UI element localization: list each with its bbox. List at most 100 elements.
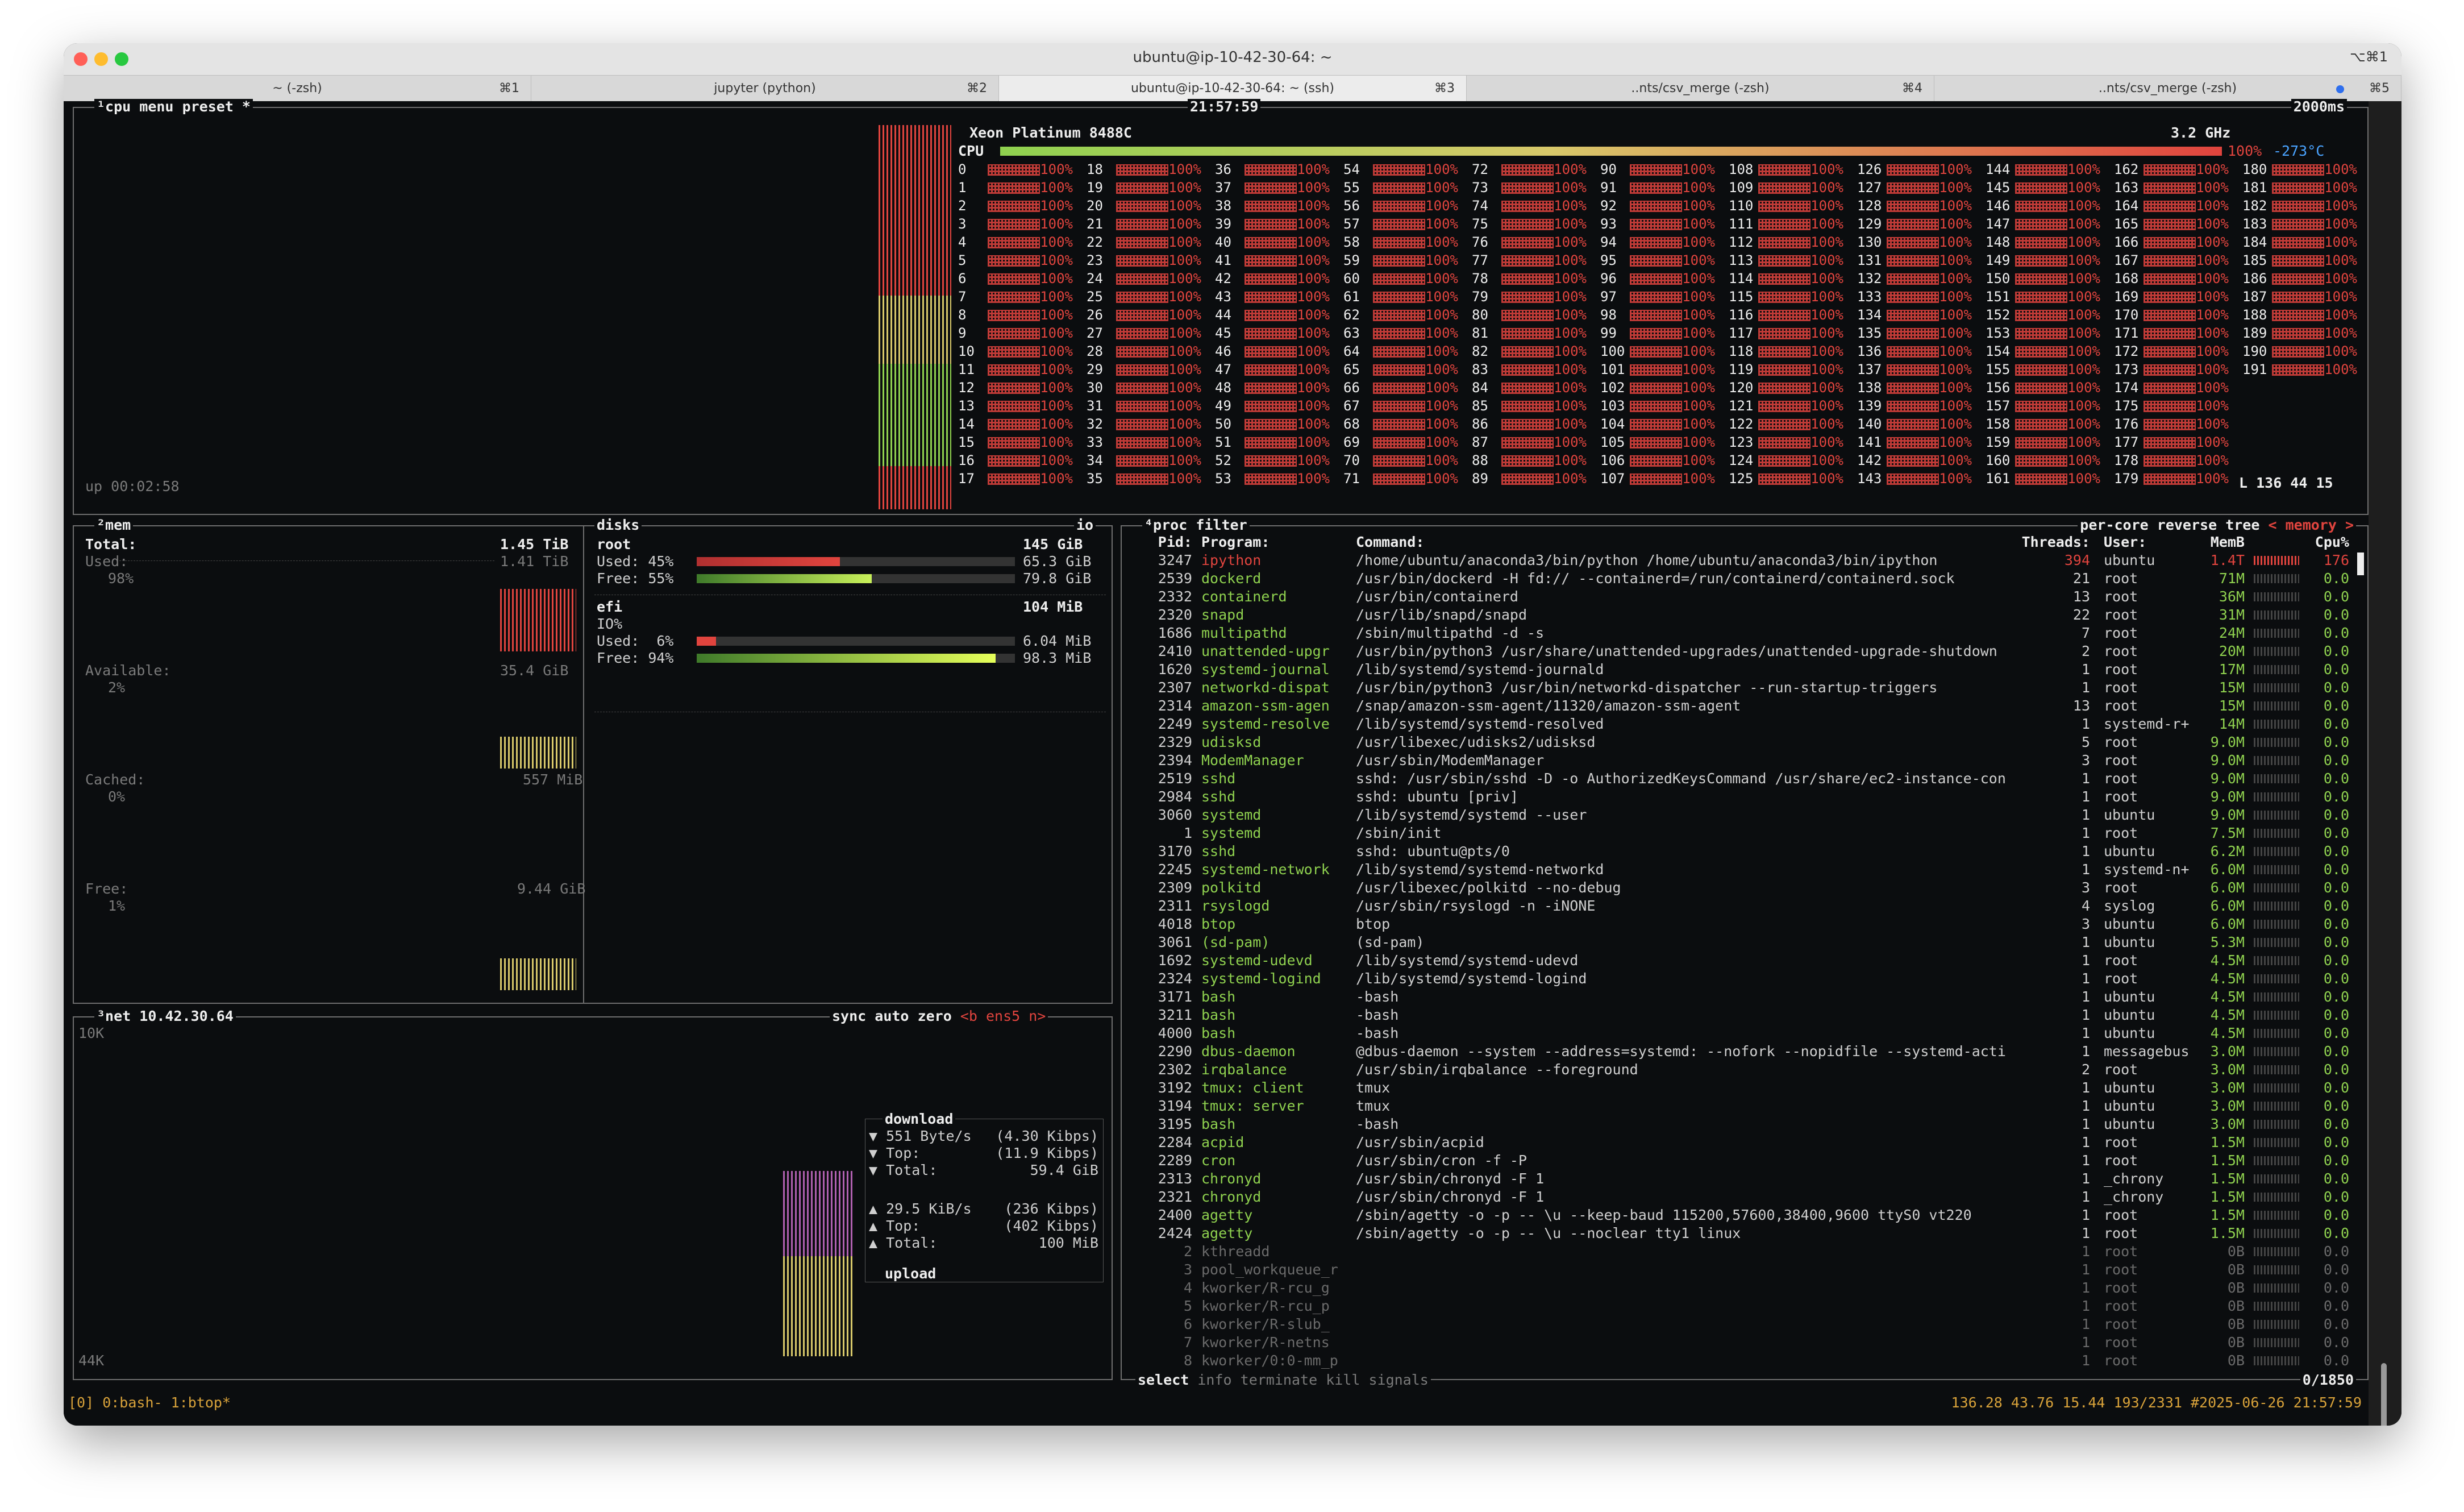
process-row[interactable]: 6 kworker/R-slub_ 1 root 0B 0.0 xyxy=(1122,1315,2367,1334)
core-meter xyxy=(2015,164,2067,176)
preset-button[interactable]: preset * xyxy=(182,98,251,115)
process-row[interactable]: 2314 amazon-ssm-agen/snap/amazon-ssm-agen… xyxy=(1122,697,2367,715)
zero-toggle[interactable]: zero xyxy=(918,1008,952,1024)
process-row[interactable]: 2394 ModemManager/usr/sbin/ModemManager 3 r… xyxy=(1122,751,2367,770)
core-pct: 100% xyxy=(1939,198,1972,214)
process-row[interactable]: 2245 systemd-network/lib/systemd/systemd-… xyxy=(1122,861,2367,879)
process-row[interactable]: 4 kworker/R-rcu_g 1 root 0B 0.0 xyxy=(1122,1279,2367,1297)
filter-button[interactable]: filter xyxy=(1196,517,1247,533)
process-row[interactable]: 3 pool_workqueue_r 1 root 0B 0.0 xyxy=(1122,1261,2367,1279)
core-97: 97 100% xyxy=(1600,289,1715,305)
tree-toggle[interactable]: tree xyxy=(2225,517,2259,533)
process-row[interactable]: 2321 chronyd/usr/sbin/chronyd -F 1 1 _chron… xyxy=(1122,1188,2367,1206)
process-row[interactable]: 4000 bash -bash 1 ubuntu 4.5M 0.0 xyxy=(1122,1024,2367,1042)
process-row[interactable]: 1620 systemd-journal/lib/systemd/systemd-… xyxy=(1122,661,2367,679)
tmux-windows[interactable]: [0] 0:bash- 1:btop* xyxy=(68,1395,231,1411)
core-181: 181 100% xyxy=(2242,180,2357,196)
process-row[interactable]: 2539 dockerd/usr/bin/dockerd -H fd:// --c… xyxy=(1122,570,2367,588)
process-row[interactable]: 3195 bash -bash 1 ubuntu 3.0M 0.0 xyxy=(1122,1115,2367,1133)
process-row[interactable]: 5 kworker/R-rcu_p 1 root 0B 0.0 xyxy=(1122,1297,2367,1315)
col-cpu[interactable]: Cpu% xyxy=(2304,533,2349,551)
terminal-scrollbar[interactable] xyxy=(2369,101,2401,1426)
col-pid[interactable]: Pid: xyxy=(1122,533,1192,551)
process-row[interactable]: 3192 tmux: client tmux 1 ubuntu 3.0M 0.0 xyxy=(1122,1079,2367,1097)
signals-button[interactable]: signals xyxy=(1368,1372,1428,1388)
process-row[interactable]: 2400 agetty/sbin/agetty -o -p -- \u --kee… xyxy=(1122,1206,2367,1224)
update-interval[interactable]: 2000ms xyxy=(2291,99,2347,115)
process-row[interactable]: 1 systemd/sbin/init 1 root 7.5M 0.0 xyxy=(1122,824,2367,842)
terminal-scroll-thumb[interactable] xyxy=(2381,1363,2387,1426)
col-user[interactable]: User: xyxy=(2104,533,2146,551)
process-row[interactable]: 3194 tmux: server tmux 1 ubuntu 3.0M 0.0 xyxy=(1122,1097,2367,1115)
core-meter xyxy=(1758,383,1810,394)
core-pct: 100% xyxy=(1425,362,1458,377)
net-title[interactable]: ³net 10.42.30.64 xyxy=(94,1008,236,1024)
process-row[interactable]: 2289 cron/usr/sbin/cron -f -P 1 root 1.5M 0.0 xyxy=(1122,1152,2367,1170)
sort-selector[interactable]: < memory > xyxy=(2268,517,2354,533)
process-cpu: 0.0 xyxy=(2323,625,2349,641)
process-row[interactable]: 2410 unattended-upgr/usr/bin/python3 /usr… xyxy=(1122,642,2367,661)
process-row[interactable]: 2984 sshd sshd: ubuntu [priv] 1 root 9.0M 0.0 xyxy=(1122,788,2367,806)
process-row[interactable]: 1686 multipathd/sbin/multipathd -d -s 7 roo… xyxy=(1122,624,2367,642)
process-row[interactable]: 2290 dbus-daemon @dbus-daemon --system --a… xyxy=(1122,1042,2367,1061)
process-row[interactable]: 3170 sshd sshd: ubuntu@pts/0 1 ubuntu 6.2M 0.0 xyxy=(1122,842,2367,861)
core-pct: 100% xyxy=(1425,380,1458,396)
terminal-content[interactable]: ¹cpu menu preset * 21:57:59 2000ms up 00… xyxy=(64,98,2369,1426)
process-row[interactable]: 2424 agetty/sbin/agetty -o -p -- \u --noc… xyxy=(1122,1224,2367,1243)
tab-2[interactable]: jupyter (python) ⌘2 xyxy=(531,76,999,102)
process-command: -bash xyxy=(1356,988,1399,1005)
process-row[interactable]: 2302 irqbalance/usr/sbin/irqbalance --for… xyxy=(1122,1061,2367,1079)
process-row[interactable]: 8 kworker/0:0-mm_p 1 root 0B 0.0 xyxy=(1122,1352,2367,1370)
tab-4[interactable]: ..nts/csv_merge (-zsh) ⌘4 xyxy=(1467,76,1934,102)
cpu-title[interactable]: ¹cpu xyxy=(97,98,131,115)
menu-button[interactable]: menu xyxy=(139,98,173,115)
core-meter xyxy=(1758,219,1810,230)
disks-io-toggle[interactable]: io xyxy=(1074,517,1096,533)
process-row[interactable]: 2311 rsyslogd/usr/sbin/rsyslogd -n -iNONE… xyxy=(1122,897,2367,915)
process-row[interactable]: 7 kworker/R-netns 1 root 0B 0.0 xyxy=(1122,1334,2367,1352)
process-row[interactable]: 3171 bash -bash 1 ubuntu 4.5M 0.0 xyxy=(1122,988,2367,1006)
col-mem[interactable]: MemB xyxy=(2190,533,2245,551)
proc-title[interactable]: ⁴proc xyxy=(1144,517,1187,533)
process-row[interactable]: 3060 systemd/lib/systemd/systemd --user 1 u… xyxy=(1122,806,2367,824)
disks-title[interactable]: disks xyxy=(594,517,642,533)
interface-selector[interactable]: <b ens5 n> xyxy=(960,1008,1046,1024)
process-cpu: 0.0 xyxy=(2323,879,2349,896)
proc-scrollbar-thumb[interactable] xyxy=(2357,553,2364,575)
col-program[interactable]: Program: xyxy=(1201,533,1270,551)
sync-toggle[interactable]: sync xyxy=(832,1008,866,1024)
process-row[interactable]: 3061 (sd-pam) (sd-pam) 1 ubuntu 5.3M 0.0 xyxy=(1122,933,2367,952)
process-row[interactable]: 4018 btop btop 3 ubuntu 6.0M 0.0 xyxy=(1122,915,2367,933)
process-row[interactable]: 2284 acpid/usr/sbin/acpid 1 root 1.5M 0.0 xyxy=(1122,1133,2367,1152)
core-meter xyxy=(1887,237,1939,248)
col-command[interactable]: Command: xyxy=(1356,533,1424,551)
core-pct: 100% xyxy=(1554,362,1587,377)
process-row[interactable]: 2329 udisksd/usr/libexec/udisks2/udisksd 5… xyxy=(1122,733,2367,751)
process-user: root xyxy=(2104,770,2138,787)
process-row[interactable]: 3247 ipython/home/ubuntu/anaconda3/bin/py… xyxy=(1122,551,2367,570)
process-row[interactable]: 2324 systemd-logind/lib/systemd/systemd-l… xyxy=(1122,970,2367,988)
process-row[interactable]: 2519 sshd sshd: /usr/sbin/sshd -D -o Autho… xyxy=(1122,770,2367,788)
process-row[interactable]: 2313 chronyd/usr/sbin/chronyd -F 1 1 _chron… xyxy=(1122,1170,2367,1188)
process-row[interactable]: 2320 snapd/usr/lib/snapd/snapd 22 root 31M 0.… xyxy=(1122,606,2367,624)
process-row[interactable]: 1692 systemd-udevd/lib/systemd/systemd-ud… xyxy=(1122,952,2367,970)
mem-title[interactable]: ²mem xyxy=(94,517,134,533)
core-meter xyxy=(1758,310,1810,321)
select-button[interactable]: select xyxy=(1138,1372,1189,1388)
process-row[interactable]: 2249 systemd-resolve/lib/systemd/systemd-… xyxy=(1122,715,2367,733)
process-pid: 2 xyxy=(1183,1243,1192,1260)
per-core-toggle[interactable]: per-core xyxy=(2080,517,2148,533)
process-row[interactable]: 2332 containerd/usr/bin/containerd 13 root 3… xyxy=(1122,588,2367,606)
col-threads[interactable]: Threads: xyxy=(2020,533,2090,551)
info-button[interactable]: info xyxy=(1197,1372,1231,1388)
process-row[interactable]: 2307 networkd-dispat/usr/bin/python3 /usr… xyxy=(1122,679,2367,697)
kill-button[interactable]: kill xyxy=(1326,1372,1360,1388)
core-number: 190 xyxy=(2242,343,2267,359)
auto-toggle[interactable]: auto xyxy=(875,1008,909,1024)
process-row[interactable]: 2 kthreadd 1 root 0B 0.0 xyxy=(1122,1243,2367,1261)
process-row[interactable]: 2309 polkitd/usr/libexec/polkitd --no-deb… xyxy=(1122,879,2367,897)
terminate-button[interactable]: terminate xyxy=(1241,1372,1317,1388)
process-row[interactable]: 3211 bash -bash 1 ubuntu 4.5M 0.0 xyxy=(1122,1006,2367,1024)
core-number: 64 xyxy=(1343,343,1360,359)
reverse-toggle[interactable]: reverse xyxy=(2157,517,2217,533)
